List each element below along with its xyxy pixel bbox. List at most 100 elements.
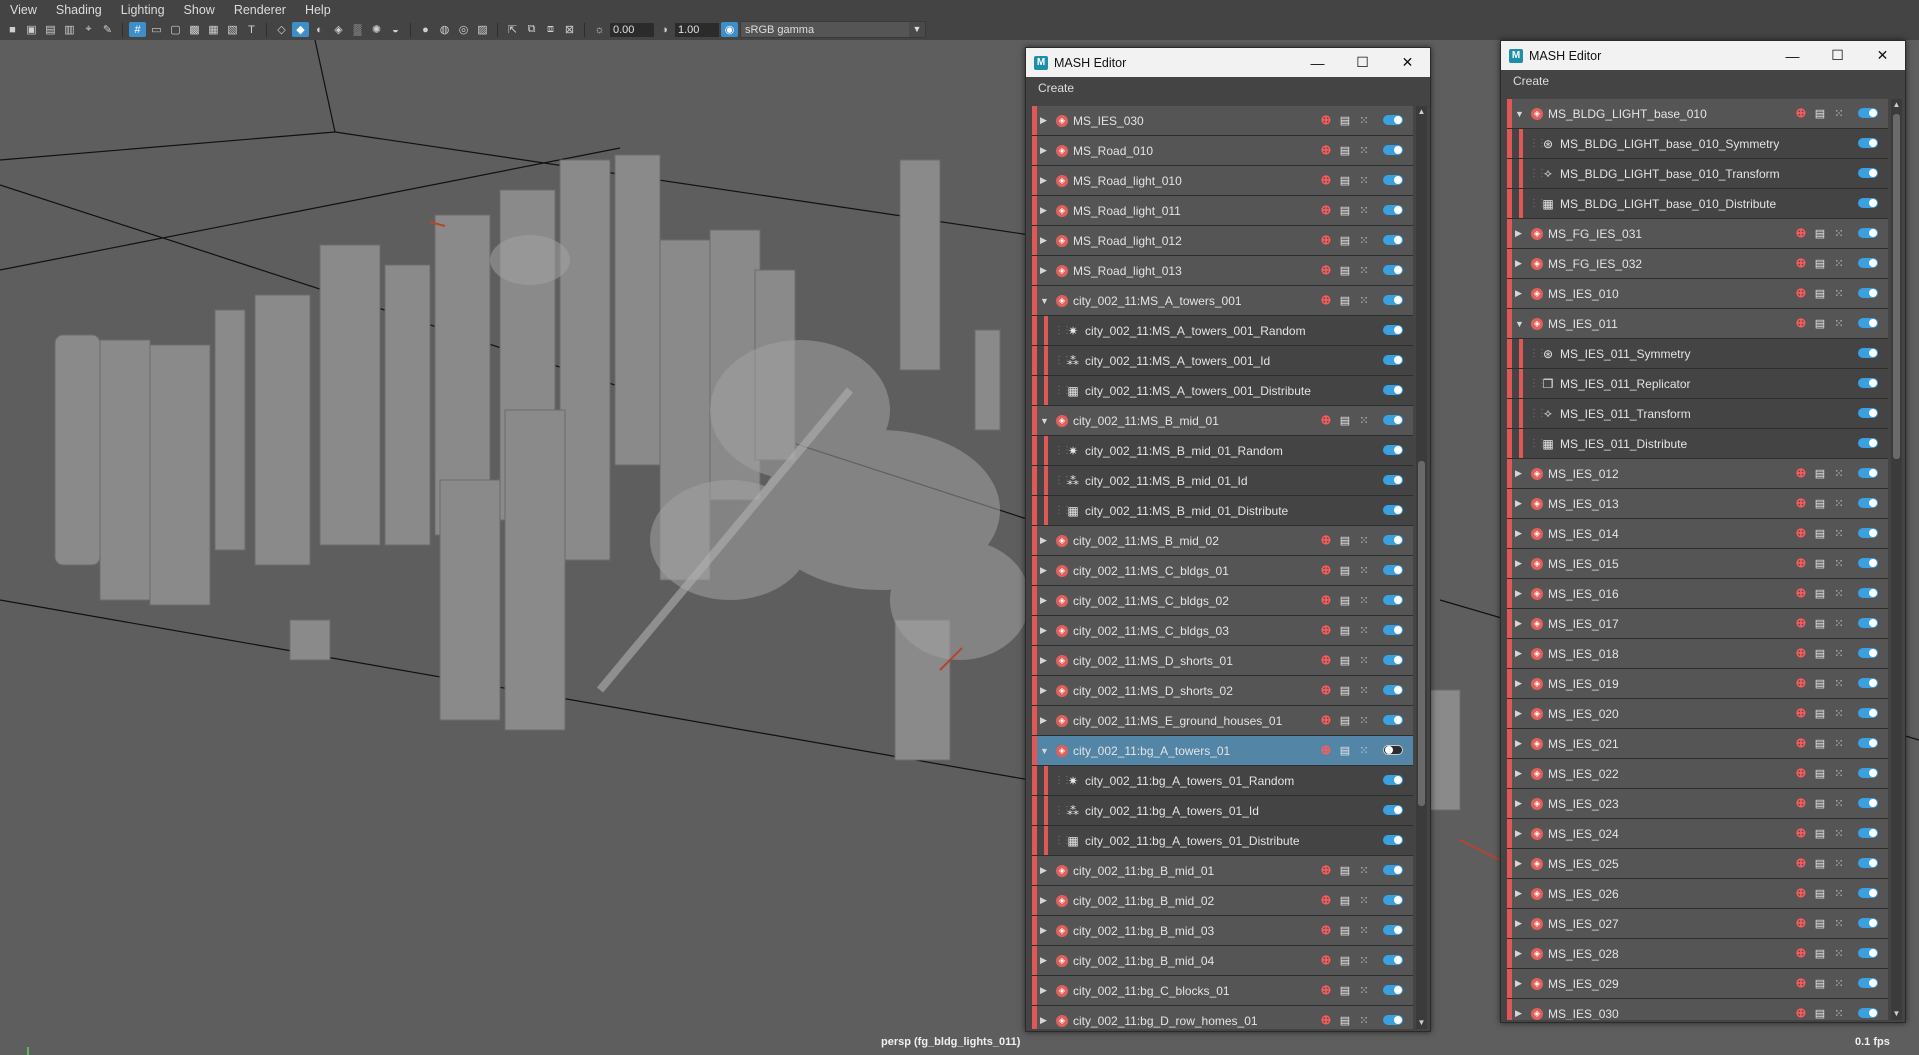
channel-list-icon[interactable]: ▤ [1813,766,1827,780]
enable-toggle[interactable] [1383,115,1403,125]
select-camera-icon[interactable]: ■ [4,22,21,37]
mash-network-row[interactable]: ▶ ◈ MS_IES_022 ⊕ ▤ ⁙ [1507,759,1888,789]
expand-arrow-icon[interactable]: ▶ [1515,288,1527,299]
window-titlebar[interactable]: M MASH Editor — ☐ ✕ [1501,41,1905,70]
bookmarks-icon[interactable]: ▤ [42,22,59,37]
collapse-arrow-icon[interactable]: ▼ [1040,296,1052,306]
enable-toggle[interactable] [1858,408,1878,418]
channel-list-icon[interactable]: ▤ [1813,616,1827,630]
expand-arrow-icon[interactable]: ▶ [1040,865,1052,876]
mash-network-row[interactable]: ▶ ◈ MS_IES_020 ⊕ ▤ ⁙ [1507,699,1888,729]
field-chart-icon[interactable]: ▦ [205,22,222,37]
mash-network-row[interactable]: ▶ ◈ MS_Road_light_012 ⊕ ▤ ⁙ [1032,226,1413,256]
enable-toggle[interactable] [1383,625,1403,635]
expand-arrow-icon[interactable]: ▶ [1515,528,1527,539]
repro-icon[interactable]: ⁙ [1357,683,1371,697]
repro-icon[interactable]: ⁙ [1357,293,1371,307]
expand-arrow-icon[interactable]: ▶ [1515,588,1527,599]
enable-toggle[interactable] [1383,595,1403,605]
collapse-arrow-icon[interactable]: ▼ [1515,319,1527,329]
image-plane-icon[interactable]: ▥ [61,22,78,37]
enable-toggle[interactable] [1383,685,1403,695]
enable-toggle[interactable] [1383,355,1403,365]
channel-list-icon[interactable]: ▤ [1338,893,1352,907]
add-node-icon[interactable]: ⊕ [1794,915,1808,930]
menu-lighting[interactable]: Lighting [111,0,174,20]
repro-icon[interactable]: ⁙ [1357,893,1371,907]
repro-icon[interactable]: ⁙ [1832,946,1846,960]
expand-arrow-icon[interactable]: ▶ [1515,918,1527,929]
expand-arrow-icon[interactable]: ▶ [1515,228,1527,239]
motion-blur-icon[interactable]: ◍ [436,22,453,37]
channel-list-icon[interactable]: ▤ [1813,856,1827,870]
channel-list-icon[interactable]: ▤ [1338,983,1352,997]
repro-icon[interactable]: ⁙ [1357,743,1371,757]
close-icon[interactable]: ✕ [1385,48,1430,77]
channel-list-icon[interactable]: ▤ [1813,736,1827,750]
enable-toggle[interactable] [1858,258,1878,268]
expand-arrow-icon[interactable]: ▶ [1040,985,1052,996]
drag-handle-icon[interactable]: ⋮⋮ [1054,445,1072,456]
2d-pan-zoom-icon[interactable]: ⌖ [80,22,97,37]
expand-arrow-icon[interactable]: ▶ [1515,678,1527,689]
enable-toggle[interactable] [1858,588,1878,598]
expand-arrow-icon[interactable]: ▶ [1515,888,1527,899]
expand-arrow-icon[interactable]: ▶ [1515,708,1527,719]
enable-toggle[interactable] [1383,505,1403,515]
channel-list-icon[interactable]: ▤ [1338,233,1352,247]
scroll-thumb[interactable] [1893,114,1900,459]
enable-toggle[interactable] [1383,265,1403,275]
mash-network-row[interactable]: ▶ ◈ city_002_11:MS_B_mid_02 ⊕ ▤ ⁙ [1032,526,1413,556]
channel-list-icon[interactable]: ▤ [1813,706,1827,720]
expand-arrow-icon[interactable]: ▶ [1040,115,1052,126]
add-node-icon[interactable]: ⊕ [1319,112,1333,127]
collapse-arrow-icon[interactable]: ▼ [1040,416,1052,426]
channel-list-icon[interactable]: ▤ [1813,1006,1827,1020]
channel-list-icon[interactable]: ▤ [1813,496,1827,510]
channel-list-icon[interactable]: ▤ [1813,976,1827,990]
channel-list-icon[interactable]: ▤ [1338,683,1352,697]
repro-icon[interactable]: ⁙ [1832,556,1846,570]
mash-node-row[interactable]: ⋮⋮ ✷ city_002_11:MS_B_mid_01_Random [1032,436,1413,466]
repro-icon[interactable]: ⁙ [1832,466,1846,480]
mash-node-row[interactable]: ⋮⋮ ▦ city_002_11:MS_A_towers_001_Distribut… [1032,376,1413,406]
gate-mask-icon[interactable]: ▩ [186,22,203,37]
add-node-icon[interactable]: ⊕ [1794,855,1808,870]
channel-list-icon[interactable]: ▤ [1813,526,1827,540]
enable-toggle[interactable] [1858,738,1878,748]
expand-arrow-icon[interactable]: ▶ [1040,565,1052,576]
add-node-icon[interactable]: ⊕ [1319,292,1333,307]
isolate-select-icon[interactable]: ⇱ [504,22,521,37]
xray-joints-icon[interactable]: ⧈ [542,22,559,37]
mash-node-row[interactable]: ⋮⋮ ⁂ city_002_11:bg_A_towers_01_Id [1032,796,1413,826]
channel-list-icon[interactable]: ▤ [1338,143,1352,157]
add-node-icon[interactable]: ⊕ [1794,285,1808,300]
channel-list-icon[interactable]: ▤ [1338,863,1352,877]
channel-list-icon[interactable]: ▤ [1813,556,1827,570]
mash-network-row[interactable]: ▼ ◈ city_002_11:MS_B_mid_01 ⊕ ▤ ⁙ [1032,406,1413,436]
drag-handle-icon[interactable]: ⋮⋮ [1529,348,1547,359]
add-node-icon[interactable]: ⊕ [1319,652,1333,667]
mash-network-row[interactable]: ▼ ◈ MS_BLDG_LIGHT_base_010 ⊕ ▤ ⁙ [1507,99,1888,129]
add-node-icon[interactable]: ⊕ [1794,615,1808,630]
mash-network-row[interactable]: ▶ ◈ MS_Road_light_010 ⊕ ▤ ⁙ [1032,166,1413,196]
add-node-icon[interactable]: ⊕ [1319,592,1333,607]
enable-toggle[interactable] [1383,835,1403,845]
mash-network-row[interactable]: ▶ ◈ MS_Road_light_013 ⊕ ▤ ⁙ [1032,256,1413,286]
repro-icon[interactable]: ⁙ [1357,593,1371,607]
ambient-occlusion-icon[interactable]: ● [417,22,434,37]
add-node-icon[interactable]: ⊕ [1319,262,1333,277]
enable-toggle[interactable] [1383,415,1403,425]
enable-toggle[interactable] [1858,918,1878,928]
mash-node-row[interactable]: ⋮⋮ ▦ city_002_11:MS_B_mid_01_Distribute [1032,496,1413,526]
mash-node-row[interactable]: ⋮⋮ ✷ city_002_11:MS_A_towers_001_Random [1032,316,1413,346]
maximize-icon[interactable]: ☐ [1340,48,1385,77]
expand-arrow-icon[interactable]: ▶ [1515,648,1527,659]
shadows-icon[interactable]: ◒ [387,22,404,37]
channel-list-icon[interactable]: ▤ [1813,226,1827,240]
mash-network-row[interactable]: ▶ ◈ MS_IES_019 ⊕ ▤ ⁙ [1507,669,1888,699]
channel-list-icon[interactable]: ▤ [1338,263,1352,277]
film-gate-icon[interactable]: ▭ [148,22,165,37]
channel-list-icon[interactable]: ▤ [1813,826,1827,840]
mash-network-row[interactable]: ▶ ◈ MS_IES_029 ⊕ ▤ ⁙ [1507,969,1888,999]
